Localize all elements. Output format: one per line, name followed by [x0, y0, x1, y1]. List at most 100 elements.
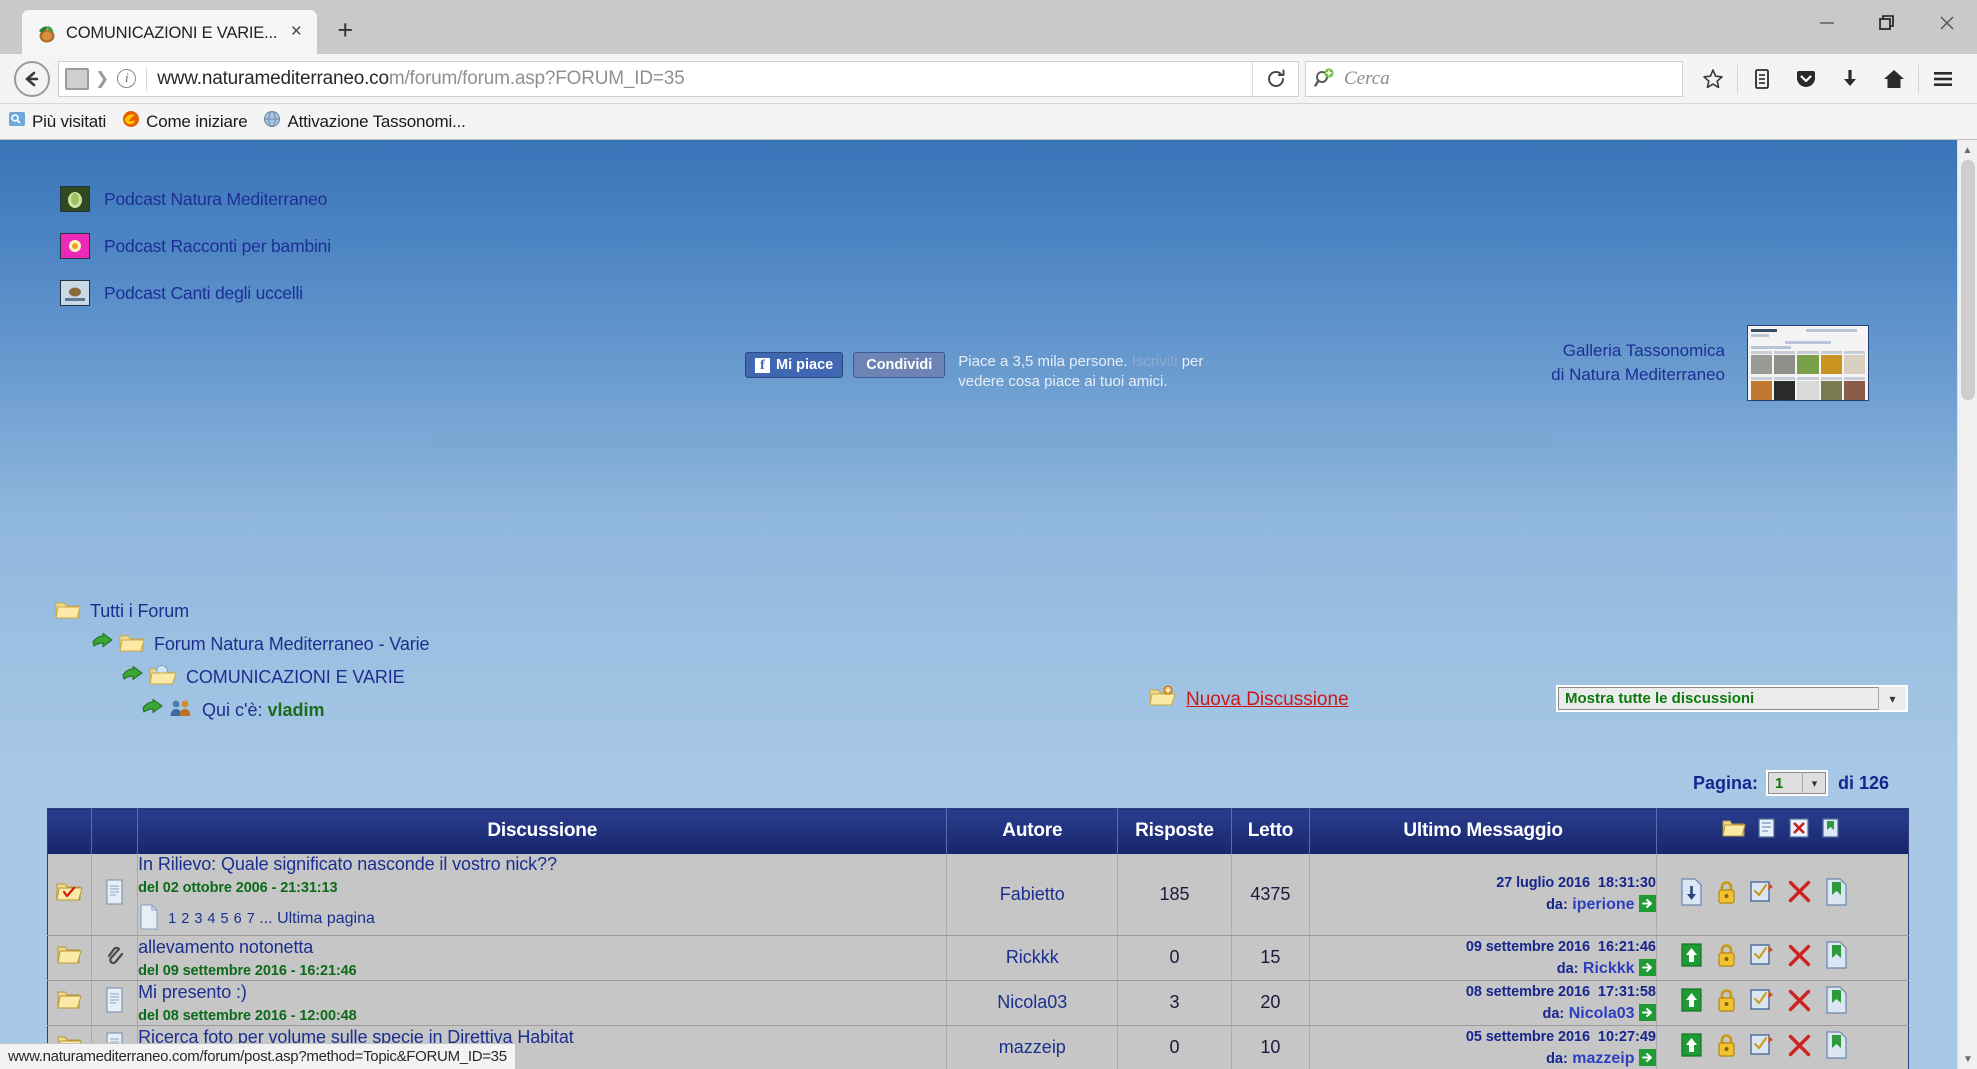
folder-icon[interactable]	[1722, 818, 1747, 844]
facebook-signup-link[interactable]: Iscriviti	[1132, 353, 1178, 370]
move-up-icon[interactable]	[1679, 942, 1704, 973]
vertical-scrollbar[interactable]: ▲ ▼	[1957, 140, 1977, 1069]
author-link[interactable]: Fabietto	[1000, 884, 1065, 904]
podcast-label[interactable]: Podcast Canti degli uccelli	[104, 283, 303, 304]
address-bar[interactable]: ❯ i www.naturamediterraneo.com/forum/for…	[58, 60, 1299, 97]
breadcrumb-item-comunicazioni[interactable]: COMUNICAZIONI E VARIE	[55, 661, 429, 694]
column-header-autore[interactable]: Autore	[946, 808, 1119, 854]
page-info-icon[interactable]: i	[117, 69, 137, 88]
search-input[interactable]: Cerca	[1344, 68, 1390, 90]
edit-icon[interactable]	[1749, 1032, 1775, 1063]
chevron-down-icon[interactable]: ▾	[1878, 687, 1906, 710]
author-link[interactable]: Rickkk	[1006, 947, 1059, 967]
library-icon[interactable]	[1740, 59, 1784, 99]
goto-last-post-icon[interactable]	[1638, 1003, 1656, 1022]
delete-icon[interactable]	[1787, 879, 1812, 909]
move-down-icon[interactable]	[1679, 877, 1704, 911]
topic-title-link[interactable]: Mi presento :)	[138, 982, 946, 1003]
move-up-icon[interactable]	[1679, 1032, 1704, 1063]
topic-title-link[interactable]: allevamento notonetta	[138, 937, 946, 958]
lock-icon[interactable]	[1716, 942, 1737, 973]
facebook-share-button[interactable]: Condividi	[853, 352, 946, 378]
column-header-risposte[interactable]: Risposte	[1117, 808, 1232, 854]
lock-icon[interactable]	[1716, 1032, 1737, 1063]
edit-icon[interactable]	[1749, 879, 1775, 910]
table-header-row: Discussione Autore Risposte Letto Ultimo…	[47, 808, 1909, 854]
browser-tab[interactable]: COMUNICAZIONI E VARIE... ×	[22, 10, 318, 54]
last-message-user[interactable]: iperione	[1572, 896, 1634, 913]
last-message-user[interactable]: Rickkk	[1583, 960, 1635, 977]
new-topic-label[interactable]: Nuova Discussione	[1186, 689, 1349, 711]
menu-icon[interactable]	[1921, 59, 1965, 99]
author-link[interactable]: mazzeip	[999, 1037, 1066, 1057]
discussion-filter-select[interactable]: Mostra tutte le discussioni ▾	[1556, 685, 1908, 712]
last-message-user[interactable]: mazzeip	[1572, 1050, 1634, 1067]
bookmark-getting-started[interactable]: Come iniziare	[122, 110, 248, 133]
lock-icon[interactable]	[1716, 879, 1737, 910]
breadcrumb-label[interactable]: Tutti i Forum	[90, 601, 189, 622]
back-button[interactable]	[12, 59, 52, 99]
edit-icon[interactable]	[1749, 942, 1775, 973]
bookmark-icon[interactable]	[1824, 877, 1849, 911]
lock-icon[interactable]	[1716, 987, 1737, 1018]
minimize-icon[interactable]	[1797, 0, 1857, 46]
table-row[interactable]: Mi presento :) del 08 settembre 2016 - 1…	[47, 980, 1909, 1026]
facebook-like-button[interactable]: f Mi piace	[745, 352, 844, 378]
chevron-down-icon[interactable]: ▾	[1801, 772, 1826, 794]
goto-last-post-icon[interactable]	[1638, 895, 1656, 913]
topic-last-page-link[interactable]: ... Ultima pagina	[259, 910, 375, 928]
move-icon[interactable]	[1820, 817, 1842, 845]
goto-last-post-icon[interactable]	[1638, 958, 1656, 977]
forward-button[interactable]	[65, 67, 89, 90]
podcast-item-natura[interactable]: Podcast Natura Mediterraneo	[60, 180, 331, 218]
topic-page-numbers[interactable]: 1 2 3 4 5 6 7	[168, 911, 255, 927]
scrollbar-thumb[interactable]	[1961, 160, 1975, 400]
tab-close-icon[interactable]: ×	[285, 22, 307, 44]
podcast-label[interactable]: Podcast Racconti per bambini	[104, 236, 331, 257]
breadcrumb-item-forum-varie[interactable]: Forum Natura Mediterraneo - Varie	[55, 628, 430, 661]
podcast-item-canti[interactable]: Podcast Canti degli uccelli	[60, 274, 331, 312]
search-bar[interactable]: Cerca	[1305, 60, 1683, 97]
delete-icon[interactable]	[1787, 1033, 1812, 1063]
close-icon[interactable]	[1917, 0, 1977, 46]
star-icon[interactable]	[1691, 59, 1735, 99]
scroll-up-button[interactable]: ▲	[1958, 140, 1977, 160]
column-header-letto[interactable]: Letto	[1231, 808, 1311, 854]
new-tab-button[interactable]: +	[327, 14, 363, 50]
bookmark-icon[interactable]	[1824, 941, 1849, 974]
table-row[interactable]: In Rilievo: Quale significato nasconde i…	[47, 853, 1909, 936]
breadcrumb-label[interactable]: Forum Natura Mediterraneo - Varie	[154, 634, 430, 655]
maximize-icon[interactable]	[1857, 0, 1917, 46]
gallery-thumbnail-icon[interactable]	[1747, 325, 1869, 401]
edit-icon[interactable]	[1749, 987, 1775, 1018]
reload-button[interactable]	[1252, 60, 1298, 97]
delete-icon[interactable]	[1788, 817, 1810, 845]
topic-icon[interactable]	[1756, 817, 1778, 845]
bookmark-tassonomia[interactable]: Attivazione Tassonomi...	[263, 110, 466, 133]
bookmark-most-visited[interactable]: Più visitati	[8, 110, 106, 133]
gallery-promo[interactable]: Galleria Tassonomica di Natura Mediterra…	[1551, 325, 1869, 401]
breadcrumb-item-all-forums[interactable]: Tutti i Forum	[55, 595, 429, 628]
goto-last-post-icon[interactable]	[1638, 1048, 1656, 1067]
podcast-label[interactable]: Podcast Natura Mediterraneo	[104, 189, 327, 210]
last-message-user[interactable]: Nicola03	[1569, 1005, 1635, 1022]
pocket-icon[interactable]	[1784, 59, 1828, 99]
downloads-icon[interactable]	[1828, 59, 1872, 99]
delete-icon[interactable]	[1787, 943, 1812, 973]
column-header-ultimo-messaggio[interactable]: Ultimo Messaggio	[1309, 808, 1657, 854]
bookmark-icon[interactable]	[1824, 986, 1849, 1019]
scroll-down-button[interactable]: ▼	[1958, 1049, 1977, 1069]
table-row[interactable]: allevamento notonetta del 09 settembre 2…	[47, 935, 1909, 981]
home-icon[interactable]	[1872, 59, 1916, 99]
page-number-select[interactable]: 1 ▾	[1765, 770, 1828, 796]
column-header-discussione[interactable]: Discussione	[137, 808, 948, 854]
author-link[interactable]: Nicola03	[997, 992, 1067, 1012]
breadcrumb-label[interactable]: COMUNICAZIONI E VARIE	[186, 667, 405, 688]
move-up-icon[interactable]	[1679, 987, 1704, 1018]
new-topic-action[interactable]: Nuova Discussione	[1148, 685, 1349, 714]
bookmark-icon[interactable]	[1824, 1031, 1849, 1064]
who-is-here-user[interactable]: vladim	[267, 700, 324, 720]
topic-title-link[interactable]: In Rilievo: Quale significato nasconde i…	[138, 854, 946, 875]
delete-icon[interactable]	[1787, 988, 1812, 1018]
podcast-item-racconti[interactable]: Podcast Racconti per bambini	[60, 227, 331, 265]
